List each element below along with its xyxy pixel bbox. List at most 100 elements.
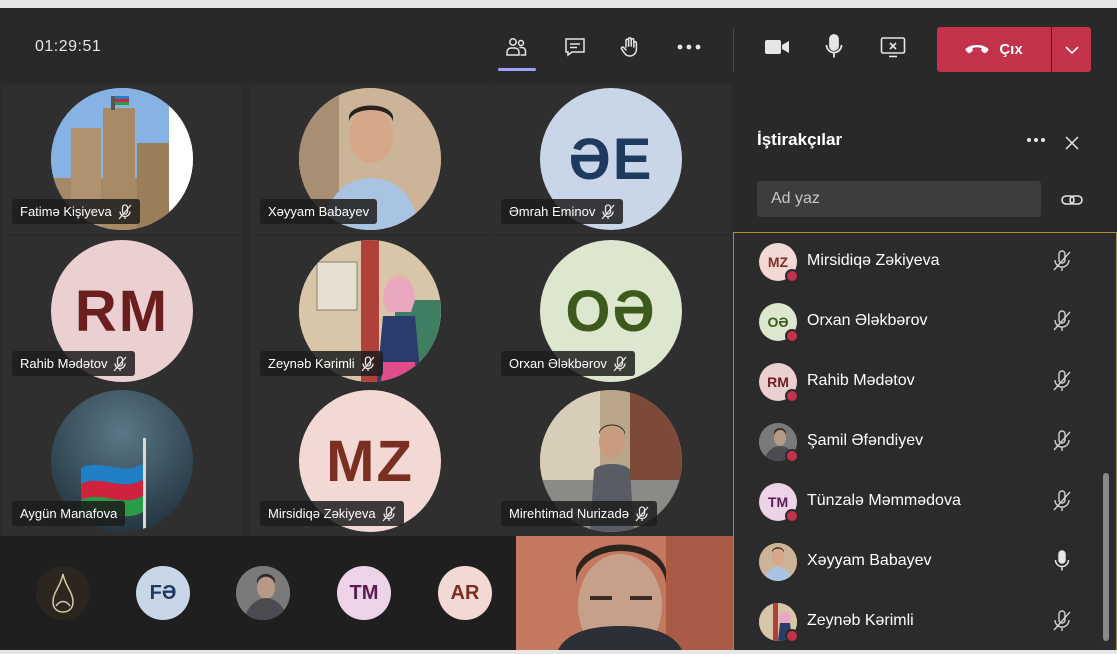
participant-tile[interactable]: Fatimə Kişiyeva (2, 84, 242, 234)
participant-name: Rahib Mədətov (807, 372, 915, 389)
chevron-down-icon (1064, 45, 1079, 54)
participant-name: Mirsidiqə Zəkiyeva (807, 252, 940, 269)
status-dot (785, 269, 799, 283)
meeting-timer: 01:29:51 (35, 38, 102, 55)
panel-close-button[interactable] (1059, 130, 1085, 156)
video-grid: Fatimə Kişiyeva Xəyyam Babayev ƏE Əmrah … (0, 82, 733, 536)
participant-avatar[interactable] (36, 566, 90, 620)
participant-avatar: MZ (759, 243, 799, 283)
share-screen-button[interactable] (875, 30, 911, 64)
self-video-preview[interactable] (516, 536, 734, 654)
mic-muted-icon (601, 203, 615, 219)
more-actions-button[interactable] (671, 30, 707, 64)
participant-tile[interactable]: MZ Mirsidiqə Zəkiyeva (250, 386, 490, 536)
leave-options-dropdown[interactable] (1052, 27, 1091, 72)
participant-name: Orxan Ələkbərov (509, 356, 607, 371)
toolbar-divider (733, 28, 734, 72)
participant-avatar (759, 543, 797, 581)
participant-name: Fatimə Kişiyeva (20, 204, 112, 219)
leave-button-label: Çıx (999, 41, 1023, 58)
participant-tile[interactable]: Xəyyam Babayev (250, 84, 490, 234)
camera-icon (765, 40, 789, 54)
mic-muted-icon (113, 355, 127, 371)
meeting-toolbar: 01:29:51 Çıx (0, 0, 1117, 82)
participant-avatar: OƏ (759, 303, 799, 343)
window-bottom-edge (0, 650, 1117, 654)
participant-initials-avatar[interactable]: AR (438, 566, 492, 620)
participant-avatar: TM (759, 483, 799, 523)
participant-name: Mirehtimad Nurizadə (509, 506, 629, 521)
participant-list-item[interactable]: TM Tünzalə Məmmədova (734, 473, 1104, 533)
more-icon (1027, 138, 1045, 142)
mic-muted-icon (1050, 309, 1074, 333)
overflow-participants-strip: FƏ TM AR (0, 536, 516, 654)
participant-initials-avatar[interactable]: FƏ (136, 566, 190, 620)
participant-avatar: RM (759, 363, 799, 403)
active-tab-indicator (498, 68, 536, 71)
participant-avatar (759, 423, 799, 463)
status-dot (785, 329, 799, 343)
participant-avatar[interactable] (236, 566, 290, 620)
participant-initials-avatar[interactable]: TM (337, 566, 391, 620)
panel-more-button[interactable] (1023, 130, 1049, 150)
phone-hangup-icon (965, 44, 989, 53)
participant-list: MZ Mirsidiqə Zəkiyeva OƏ Orxan Ələkbərov… (733, 232, 1117, 654)
mic-muted-icon (1050, 249, 1074, 273)
participant-name-tag: Xəyyam Babayev (260, 199, 378, 224)
close-icon (1065, 136, 1079, 150)
raise-hand-icon (620, 37, 638, 57)
chat-button[interactable] (557, 30, 593, 64)
participant-tile[interactable]: Zeynəb Kərimli (250, 236, 490, 386)
leave-meeting-button[interactable]: Çıx (937, 27, 1051, 72)
participant-name-tag: Aygün Manafova (12, 501, 126, 526)
more-icon (677, 44, 701, 50)
participant-tile[interactable]: OƏ Orxan Ələkbərov (491, 236, 731, 386)
microphone-button[interactable] (816, 30, 852, 64)
participant-avatar (759, 603, 799, 643)
mic-icon (825, 34, 843, 58)
status-dot (785, 509, 799, 523)
people-button[interactable] (498, 30, 534, 64)
participant-list-item[interactable]: Zeynəb Kərimli (734, 593, 1104, 653)
participant-name: Tünzalə Məmmədova (807, 492, 961, 509)
mic-muted-icon (1050, 369, 1074, 393)
participant-name: Əmrah Eminov (509, 204, 596, 219)
participant-name: Xəyyam Babayev (807, 552, 932, 569)
raise-hand-button[interactable] (612, 30, 648, 64)
participant-name: Rahib Mədətov (20, 356, 108, 371)
camera-button[interactable] (759, 30, 795, 64)
participant-name-tag: Fatimə Kişiyeva (12, 199, 140, 224)
mic-muted-icon (1050, 609, 1074, 633)
participant-name-tag: Mirsidiqə Zəkiyeva (260, 501, 404, 526)
participant-name: Zeynəb Kərimli (268, 356, 355, 371)
mic-muted-icon (361, 355, 375, 371)
participant-name: Xəyyam Babayev (268, 204, 370, 219)
participants-panel: İştirakçılar MZ Mirsidiqə Zəkiyeva OƏ (733, 82, 1117, 654)
participant-list-item[interactable]: OƏ Orxan Ələkbərov (734, 293, 1104, 353)
participant-list-item[interactable]: MZ Mirsidiqə Zəkiyeva (734, 233, 1104, 293)
participant-tile[interactable]: Aygün Manafova (2, 386, 242, 536)
participant-search-input[interactable] (757, 181, 1041, 217)
share-screen-icon (880, 37, 906, 58)
participant-tile[interactable]: ƏE Əmrah Eminov (491, 84, 731, 234)
participant-name-tag: Rahib Mədətov (12, 351, 136, 376)
status-dot (785, 629, 799, 643)
participant-tile[interactable]: Mirehtimad Nurizadə (491, 386, 731, 536)
mic-icon (1050, 549, 1074, 573)
participant-tile[interactable]: RM Rahib Mədətov (2, 236, 242, 386)
participant-list-scrollbar[interactable] (1103, 473, 1109, 641)
people-icon (506, 38, 527, 56)
mic-muted-icon (118, 203, 132, 219)
participant-list-item[interactable]: Xəyyam Babayev (734, 533, 1104, 593)
mic-muted-icon (382, 505, 396, 521)
status-dot (785, 389, 799, 403)
participant-name-tag: Əmrah Eminov (501, 199, 624, 224)
participant-name: Orxan Ələkbərov (807, 312, 928, 329)
panel-title: İştirakçılar (757, 130, 843, 149)
copy-invite-link-button[interactable] (1059, 188, 1085, 212)
participant-name-tag: Zeynəb Kərimli (260, 351, 383, 376)
participant-list-item[interactable]: Şamil Əfəndiyev (734, 413, 1104, 473)
mic-muted-icon (635, 505, 649, 521)
participant-list-item[interactable]: RM Rahib Mədətov (734, 353, 1104, 413)
mic-muted-icon (1050, 489, 1074, 513)
